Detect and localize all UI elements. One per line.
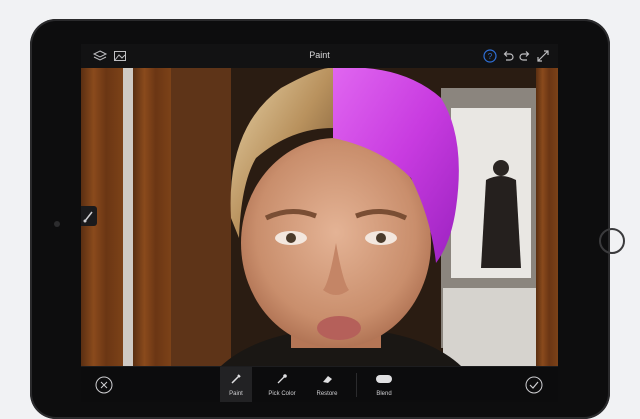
bottom-tool-bar: Paint Pick Color Restore Blend xyxy=(81,366,558,402)
app-toolbar: Paint ? xyxy=(81,44,558,69)
brush-settings-icon xyxy=(83,211,93,223)
blend-toggle-icon xyxy=(376,375,392,383)
tool-restore[interactable]: Restore xyxy=(307,367,347,402)
home-button[interactable] xyxy=(599,228,625,254)
eyedropper-icon xyxy=(277,374,287,384)
tool-paint[interactable]: Paint xyxy=(220,367,252,402)
tool-divider xyxy=(356,373,357,397)
tool-restore-label: Restore xyxy=(316,391,338,397)
app-screen: Paint ? Paint Pick Color Restore Blend xyxy=(81,44,558,402)
front-camera xyxy=(54,221,60,227)
eraser-icon xyxy=(323,376,332,383)
svg-text:?: ? xyxy=(488,52,493,61)
tool-pick-color-label: Pick Color xyxy=(268,391,296,397)
tool-blend[interactable]: Blend xyxy=(364,367,404,402)
cancel-close-icon[interactable] xyxy=(95,376,113,394)
fullscreen-icon[interactable] xyxy=(535,48,551,64)
tool-pick-color[interactable]: Pick Color xyxy=(256,367,308,402)
tool-blend-label: Blend xyxy=(376,391,392,397)
undo-icon[interactable] xyxy=(500,48,516,64)
help-icon[interactable]: ? xyxy=(482,48,498,64)
redo-icon[interactable] xyxy=(517,48,533,64)
photo-canvas[interactable] xyxy=(81,68,558,366)
portrait-photo xyxy=(81,68,558,366)
brush-panel-tab[interactable] xyxy=(81,206,97,226)
tool-paint-label: Paint xyxy=(229,391,243,397)
page-caption-strip xyxy=(0,0,640,4)
paint-brush-icon xyxy=(231,374,241,384)
confirm-check-icon[interactable] xyxy=(525,376,543,394)
